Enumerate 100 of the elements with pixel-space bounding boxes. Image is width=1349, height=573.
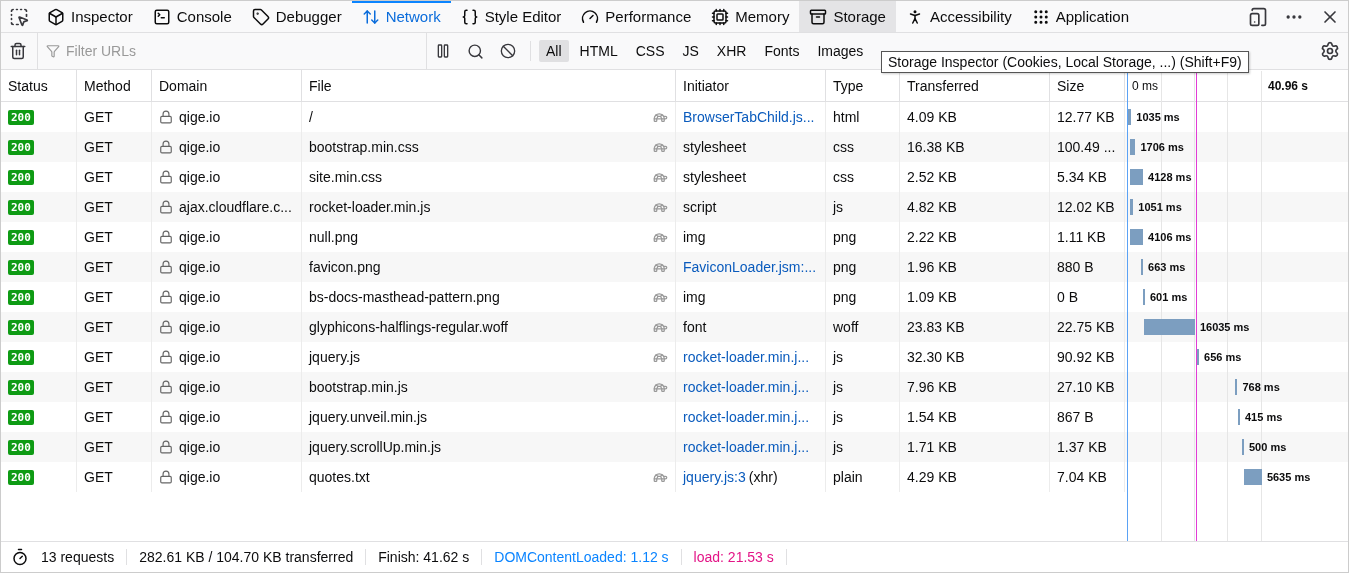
column-header[interactable]: Transferred	[900, 70, 1050, 101]
type-filter-button[interactable]: Fonts	[757, 40, 807, 62]
lock-icon	[159, 140, 173, 154]
column-header[interactable]: Status	[1, 70, 77, 101]
transferred-text: 16.38 KB	[907, 139, 965, 155]
timing-bar	[1141, 259, 1144, 275]
timing-bar	[1130, 229, 1144, 245]
status-code: 200	[8, 139, 34, 155]
status-code: 200	[8, 379, 34, 395]
transferred-text: 4.09 KB	[907, 109, 957, 125]
type-text: html	[833, 109, 860, 125]
type-filter-button[interactable]: HTML	[572, 40, 625, 62]
type-filter-button[interactable]: Images	[810, 40, 871, 62]
column-header[interactable]: Initiator	[676, 70, 826, 101]
transferred-text: 7.96 KB	[907, 379, 957, 395]
initiator-link[interactable]: jquery.js:3	[683, 469, 746, 485]
timing-bar	[1144, 319, 1195, 335]
type-text: js	[833, 199, 844, 215]
size-text: 1.11 KB	[1057, 229, 1106, 245]
devtools-tab[interactable]: Performance	[571, 1, 702, 32]
type-filter-button[interactable]: All	[539, 40, 569, 62]
arrows-icon	[361, 7, 380, 26]
type-text: png	[833, 229, 857, 245]
column-header[interactable]: Type	[826, 70, 900, 101]
transferred-text: 32.30 KB	[907, 349, 965, 365]
size-text: 12.02 KB	[1057, 199, 1115, 215]
domain-text: qige.io	[179, 259, 221, 275]
lock-icon	[159, 320, 173, 334]
type-filter-button[interactable]: XHR	[709, 40, 754, 62]
lock-icon	[159, 170, 173, 184]
duration-text: 4106 ms	[1148, 231, 1192, 243]
transferred-text: 23.83 KB	[907, 319, 965, 335]
type-text: css	[833, 169, 854, 185]
initiator-link[interactable]: rocket-loader.min.j...	[683, 379, 810, 395]
status-code: 200	[8, 199, 34, 215]
file-text: glyphicons-halflings-regular.woff	[309, 319, 508, 335]
domain-text: qige.io	[179, 349, 221, 365]
gauge-icon	[581, 7, 600, 26]
lock-icon	[159, 200, 173, 214]
braces-icon	[460, 7, 479, 26]
duration-text: 768 ms	[1242, 381, 1280, 393]
type-text: js	[833, 349, 844, 365]
transferred-text: 4.82 KB	[907, 199, 957, 215]
initiator-link[interactable]: BrowserTabChild.js...	[683, 109, 815, 125]
devtools-tab[interactable]: Memory	[701, 1, 800, 32]
type-filter-button[interactable]: CSS	[628, 40, 672, 62]
type-text: js	[833, 379, 844, 395]
timing-bar	[1130, 199, 1134, 215]
duration-text: 4128 ms	[1148, 171, 1192, 183]
column-header[interactable]: Size	[1050, 70, 1125, 101]
devtools-tab[interactable]: Network	[351, 1, 451, 32]
domain-text: qige.io	[179, 319, 221, 335]
method-text: GET	[84, 319, 113, 335]
method-text: GET	[84, 349, 113, 365]
devtools-tab[interactable]: Debugger	[241, 1, 352, 32]
method-text: GET	[84, 409, 113, 425]
transferred-text: 1.71 KB	[907, 439, 957, 455]
type-text: css	[833, 139, 854, 155]
initiator-link[interactable]: FaviconLoader.jsm:...	[683, 259, 817, 275]
devtools-tab[interactable]: Console	[142, 1, 242, 32]
size-text: 880 B	[1057, 259, 1094, 275]
initiator-link[interactable]: rocket-loader.min.j...	[683, 439, 810, 455]
method-text: GET	[84, 139, 113, 155]
status-code: 200	[8, 259, 34, 275]
column-header[interactable]: Method	[77, 70, 152, 101]
duration-text: 663 ms	[1148, 261, 1186, 273]
devtools-tab[interactable]: Application	[1021, 1, 1140, 32]
type-text: png	[833, 259, 857, 275]
file-text: rocket-loader.min.js	[309, 199, 431, 215]
status-code: 200	[8, 289, 34, 305]
domain-text: qige.io	[179, 139, 221, 155]
lock-icon	[159, 470, 173, 484]
status-code: 200	[8, 319, 34, 335]
cabinet-icon	[809, 7, 828, 26]
devtools-tab[interactable]: Style Editor	[450, 1, 572, 32]
timeline-start-label: 0 ms	[1132, 78, 1158, 93]
initiator-link[interactable]: rocket-loader.min.j...	[683, 409, 810, 425]
devtools-tab[interactable]: Storage	[799, 1, 896, 32]
devtools-tab[interactable]: Accessibility	[895, 1, 1022, 32]
column-header[interactable]: Domain	[152, 70, 302, 101]
duration-text: 415 ms	[1245, 411, 1283, 423]
type-text: plain	[833, 469, 863, 485]
type-filter-button[interactable]: JS	[675, 40, 706, 62]
initiator-text: stylesheet	[683, 139, 747, 155]
column-header[interactable]: File	[302, 70, 676, 101]
file-text: site.min.css	[309, 169, 383, 185]
timing-bar	[1235, 379, 1238, 395]
initiator-link[interactable]: rocket-loader.min.j...	[683, 349, 810, 365]
initiator-text: font	[683, 319, 707, 335]
method-text: GET	[84, 379, 113, 395]
lock-icon	[159, 440, 173, 454]
method-text: GET	[84, 199, 113, 215]
filter-input[interactable]: Filter URLs	[64, 42, 426, 60]
method-text: GET	[84, 439, 113, 455]
lock-icon	[159, 110, 173, 124]
devtools-tab[interactable]: Inspector	[37, 1, 143, 32]
method-text: GET	[84, 469, 113, 485]
lock-icon	[159, 380, 173, 394]
initiator-text: img	[683, 229, 706, 245]
status-code: 200	[8, 349, 34, 365]
